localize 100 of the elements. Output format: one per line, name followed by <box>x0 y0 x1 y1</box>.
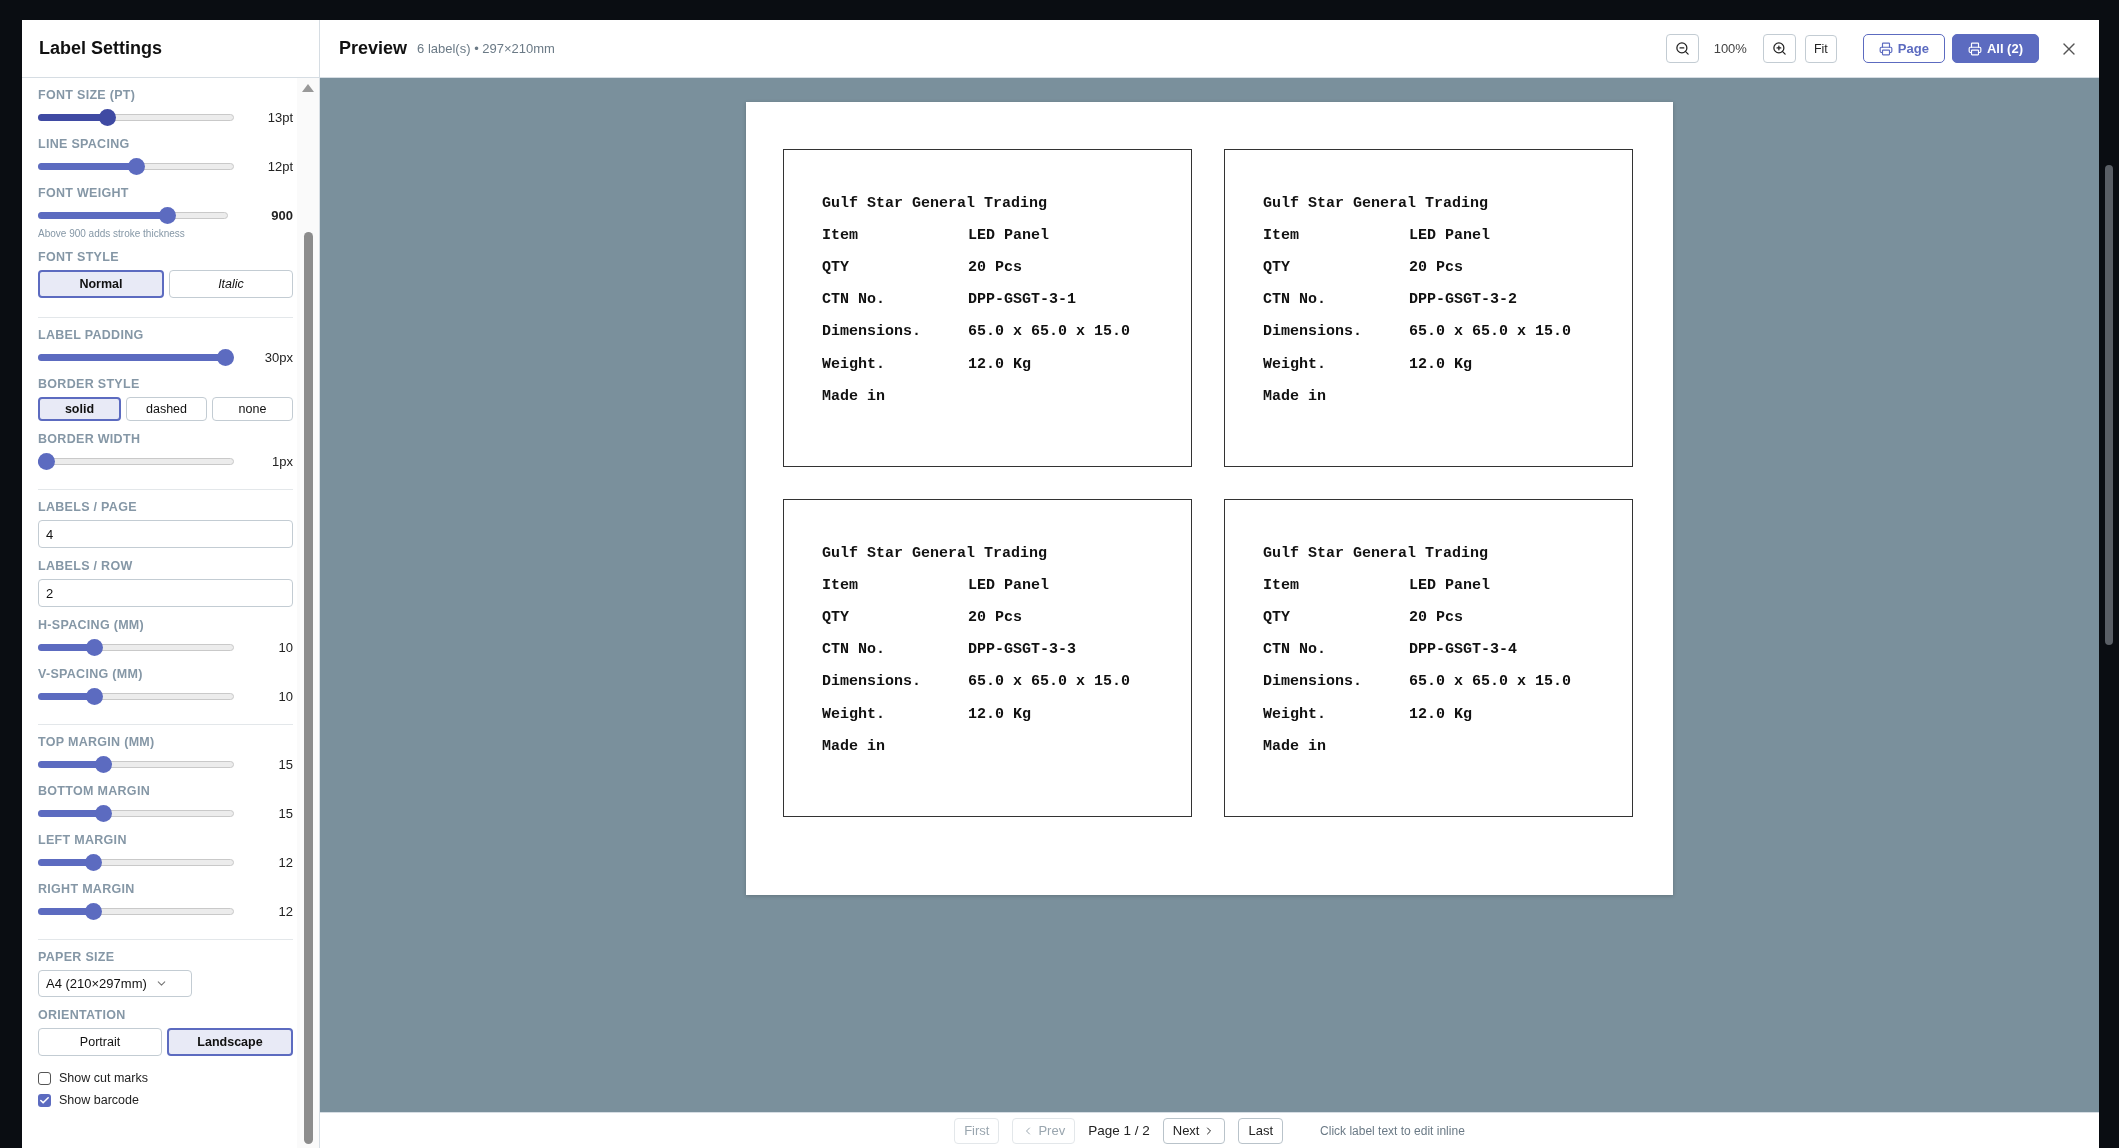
field-value[interactable]: 12.0 Kg <box>968 705 1031 723</box>
company-name[interactable]: Gulf Star General Trading <box>1263 544 1489 562</box>
option-button[interactable]: Italic <box>169 270 293 298</box>
slider[interactable] <box>38 804 234 822</box>
field-name[interactable]: Dimensions. <box>822 323 968 341</box>
field-name[interactable]: Weight. <box>822 705 968 723</box>
field-value[interactable]: 65.0 x 65.0 x 15.0 <box>968 323 1131 341</box>
slider[interactable] <box>38 157 234 175</box>
field-name[interactable]: Dimensions. <box>1263 673 1409 691</box>
field-name[interactable]: Made in <box>822 737 968 755</box>
field-value[interactable]: DPP-GSGT-3-1 <box>968 291 1077 309</box>
company-name[interactable]: Gulf Star General Trading <box>1263 194 1489 212</box>
slider-thumb[interactable] <box>217 348 234 366</box>
field-value[interactable]: DPP-GSGT-3-4 <box>1409 641 1518 659</box>
slider[interactable] <box>38 853 234 871</box>
slider[interactable] <box>38 902 234 920</box>
field-name[interactable]: Item <box>1263 226 1409 244</box>
setting-label: FONT SIZE (PT) <box>38 88 137 102</box>
slider[interactable] <box>38 348 234 366</box>
field-value[interactable]: 20 Pcs <box>968 258 1022 276</box>
slider[interactable] <box>38 638 234 656</box>
field-name[interactable]: CTN No. <box>822 291 968 309</box>
field-name[interactable]: Made in <box>822 387 968 405</box>
field-value[interactable]: 12.0 Kg <box>1409 355 1472 373</box>
slider-thumb[interactable] <box>98 108 116 126</box>
field-value[interactable]: 12.0 Kg <box>1409 705 1472 723</box>
field-name[interactable]: QTY <box>1263 258 1409 276</box>
field-name[interactable]: Item <box>1263 576 1409 594</box>
setting-label: PAPER SIZE <box>38 950 116 964</box>
option-button[interactable]: dashed <box>126 397 207 421</box>
field-name[interactable]: CTN No. <box>822 641 968 659</box>
slider[interactable] <box>38 206 228 224</box>
field-value[interactable]: 12.0 Kg <box>968 355 1031 373</box>
field-name[interactable]: Weight. <box>1263 355 1409 373</box>
slider-thumb[interactable] <box>127 157 145 175</box>
field-value[interactable]: DPP-GSGT-3-2 <box>1409 291 1518 309</box>
zoom-out-button[interactable] <box>1665 34 1699 63</box>
field-value[interactable]: LED Panel <box>968 576 1049 594</box>
field-name[interactable]: QTY <box>822 608 968 626</box>
slider-thumb[interactable] <box>86 687 104 705</box>
field-value[interactable]: LED Panel <box>1409 576 1490 594</box>
slider-thumb[interactable] <box>86 638 104 656</box>
slider-thumb[interactable] <box>84 853 102 871</box>
company-name[interactable]: Gulf Star General Trading <box>822 194 1048 212</box>
field-name[interactable]: Item <box>822 576 968 594</box>
input-field[interactable]: 2 <box>38 579 293 607</box>
option-button[interactable]: Portrait <box>38 1028 162 1056</box>
option-button[interactable]: Landscape <box>167 1028 293 1056</box>
field-value[interactable]: 65.0 x 65.0 x 15.0 <box>1409 673 1572 691</box>
slider-thumb[interactable] <box>84 902 102 920</box>
zoom-in-button[interactable] <box>1762 34 1796 63</box>
print-button[interactable]: Page <box>1862 34 1945 63</box>
field-value[interactable]: 20 Pcs <box>1409 608 1463 626</box>
field-value[interactable]: 65.0 x 65.0 x 15.0 <box>1409 323 1572 341</box>
field-name[interactable]: Dimensions. <box>822 673 968 691</box>
slider-thumb[interactable] <box>38 452 55 470</box>
slider[interactable] <box>38 108 234 126</box>
fit-button[interactable]: Fit <box>1804 34 1837 63</box>
slider-thumb[interactable] <box>159 206 177 224</box>
field-name[interactable]: CTN No. <box>1263 641 1409 659</box>
slider-thumb[interactable] <box>95 755 113 773</box>
field-name[interactable]: Dimensions. <box>1263 323 1409 341</box>
print-button[interactable]: All (2) <box>1951 34 2039 63</box>
field-value[interactable]: 20 Pcs <box>1409 258 1463 276</box>
slider-value: 12 <box>278 854 293 870</box>
field-name[interactable]: Item <box>822 226 968 244</box>
scroll-up-icon[interactable] <box>302 84 314 92</box>
field-name[interactable]: Weight. <box>822 355 968 373</box>
hint-text: Above 900 adds stroke thickness <box>38 228 186 239</box>
field-name[interactable]: Made in <box>1263 387 1409 405</box>
setting-label: LABEL PADDING <box>38 328 145 342</box>
option-button[interactable]: Normal <box>38 270 164 298</box>
pagination-button[interactable]: Last <box>1238 1117 1284 1144</box>
page-scrollbar[interactable] <box>2105 165 2113 645</box>
field-name[interactable]: Weight. <box>1263 705 1409 723</box>
option-button[interactable]: none <box>212 397 293 421</box>
field-value[interactable]: LED Panel <box>1409 226 1490 244</box>
field-value[interactable]: 65.0 x 65.0 x 15.0 <box>968 673 1131 691</box>
slider[interactable] <box>38 755 234 773</box>
field-value[interactable]: LED Panel <box>968 226 1049 244</box>
slider[interactable] <box>38 452 234 470</box>
slider-thumb[interactable] <box>95 804 113 822</box>
field-value[interactable]: 20 Pcs <box>968 608 1022 626</box>
scrollbar[interactable] <box>297 78 319 1148</box>
field-name[interactable]: QTY <box>1263 608 1409 626</box>
setting-label: LABELS / ROW <box>38 559 134 573</box>
input-field[interactable]: 4 <box>38 520 293 548</box>
checkbox[interactable] <box>38 1093 51 1107</box>
company-name[interactable]: Gulf Star General Trading <box>822 544 1048 562</box>
paper-size-select[interactable]: A4 (210×297mm) <box>38 970 192 997</box>
field-name[interactable]: Made in <box>1263 737 1409 755</box>
setting-label: FONT STYLE <box>38 250 120 264</box>
option-button[interactable]: solid <box>38 397 121 421</box>
field-value[interactable]: DPP-GSGT-3-3 <box>968 641 1077 659</box>
field-name[interactable]: QTY <box>822 258 968 276</box>
checkbox-label: Show cut marks <box>59 1071 148 1085</box>
checkbox[interactable] <box>38 1071 51 1085</box>
slider[interactable] <box>38 687 234 705</box>
pagination-button[interactable]: Next <box>1162 1117 1226 1144</box>
field-name[interactable]: CTN No. <box>1263 291 1409 309</box>
